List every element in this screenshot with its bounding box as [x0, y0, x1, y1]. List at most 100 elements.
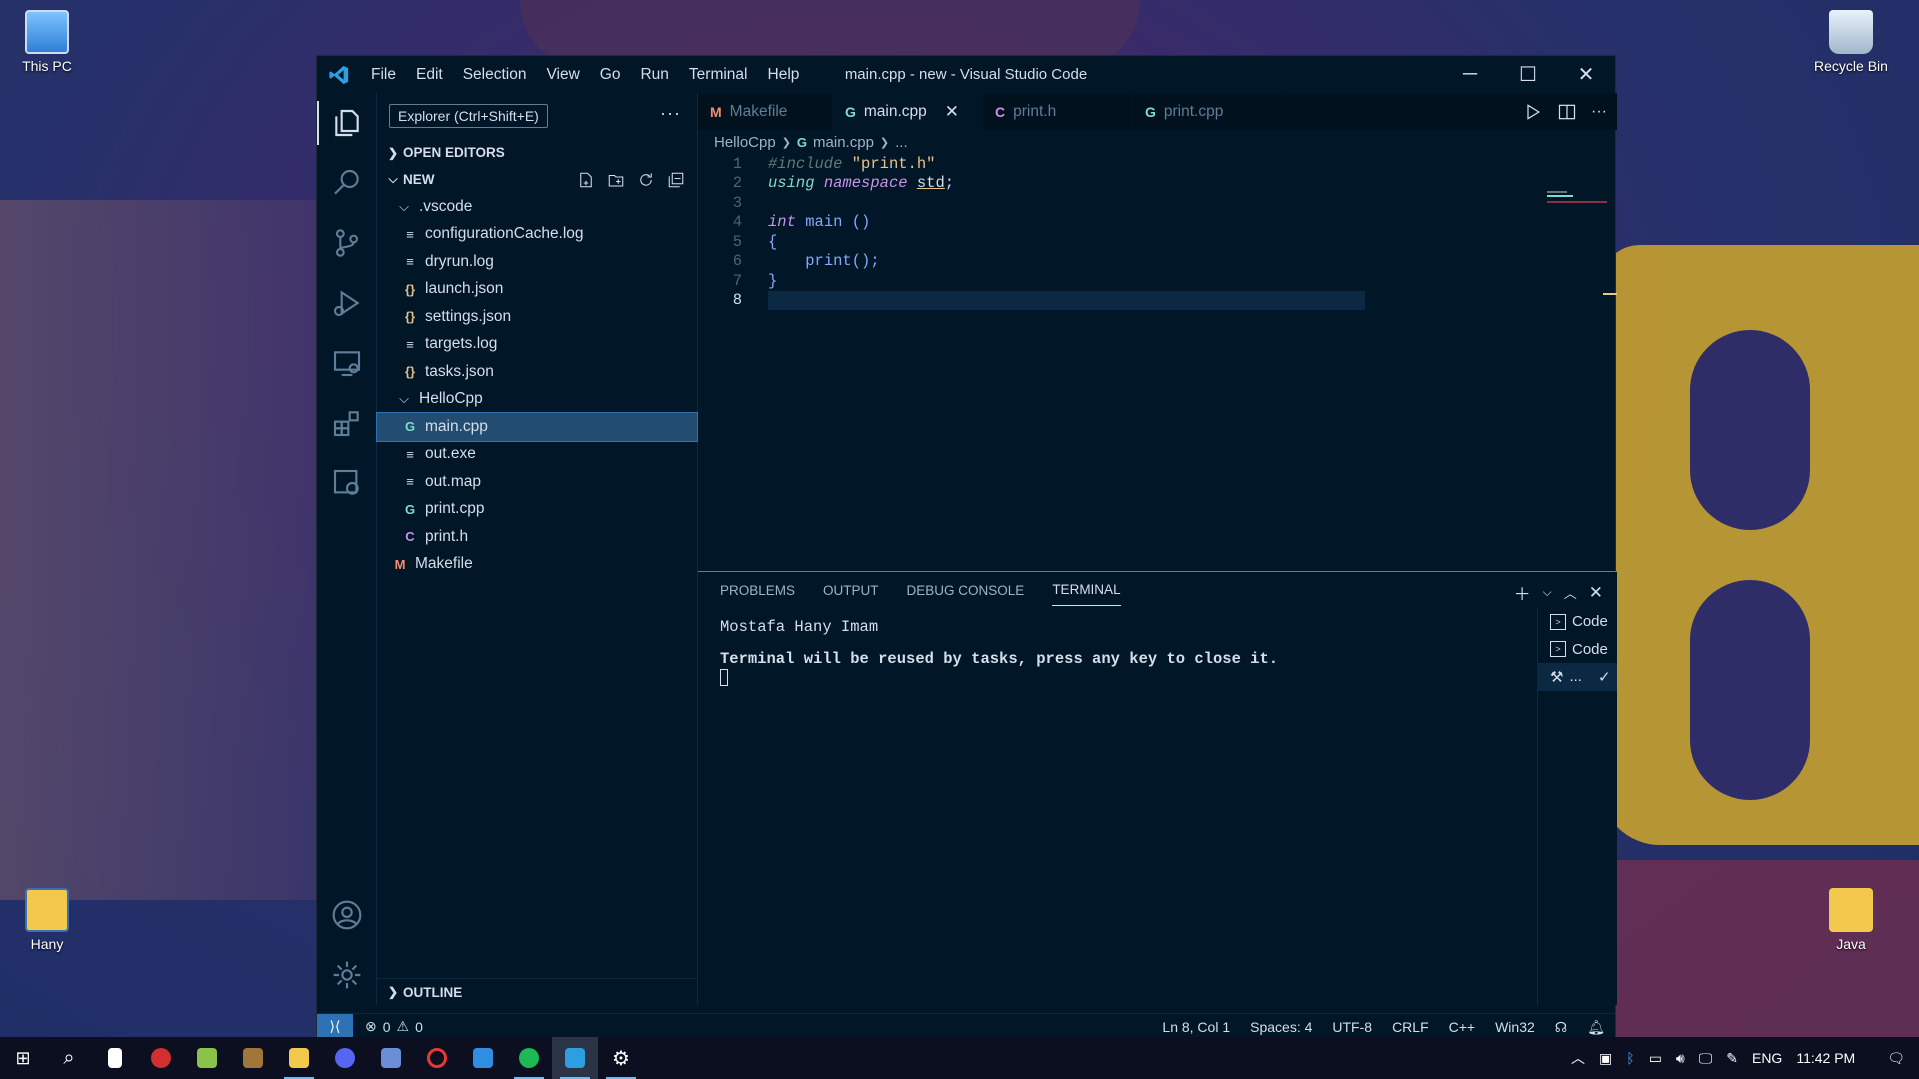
section-outline[interactable]: ❯ OUTLINE — [377, 978, 697, 1005]
tree-file[interactable]: C print.h — [377, 523, 697, 551]
maximize-button[interactable]: ☐ — [1499, 56, 1557, 93]
taskbar-app[interactable] — [92, 1037, 138, 1079]
tab-problems[interactable]: PROBLEMS — [720, 583, 795, 598]
bell-icon[interactable]: 🔔︎ — [1587, 1019, 1605, 1036]
menu-run[interactable]: Run — [630, 66, 678, 84]
menu-file[interactable]: File — [361, 66, 406, 84]
tab-print-h[interactable]: C print.h — [983, 93, 1133, 130]
live-share-icon[interactable]: ☊ — [1555, 1019, 1567, 1036]
menu-selection[interactable]: Selection — [453, 66, 537, 84]
activity-remote-explorer[interactable] — [317, 333, 377, 393]
breadcrumb-folder[interactable]: HelloCpp — [714, 134, 776, 151]
chevron-down-icon[interactable]: ⌵ — [1543, 585, 1552, 600]
taskbar-app[interactable] — [138, 1037, 184, 1079]
tree-file[interactable]: ≡ targets.log — [377, 331, 697, 359]
activity-run-debug[interactable] — [317, 273, 377, 333]
desktop-icon-hany[interactable]: Hany — [2, 888, 92, 952]
code-editor[interactable]: 1 #include "print.h" 2 using namespace std… — [698, 154, 1617, 574]
activity-extensions[interactable] — [317, 393, 377, 453]
close-button[interactable]: ✕ — [1557, 56, 1615, 93]
tree-file[interactable]: ≡ dryrun.log — [377, 248, 697, 276]
tree-file[interactable]: M Makefile — [377, 551, 697, 579]
menu-go[interactable]: Go — [590, 66, 631, 84]
close-panel-icon[interactable]: ✕ — [1589, 583, 1603, 603]
tree-file[interactable]: ≡ out.map — [377, 468, 697, 496]
status-platform[interactable]: Win32 — [1495, 1019, 1535, 1035]
bluetooth-icon[interactable]: ᛒ — [1626, 1050, 1634, 1066]
breadcrumb-more[interactable]: ... — [895, 134, 908, 151]
taskbar-app[interactable] — [276, 1037, 322, 1079]
activity-explorer[interactable] — [317, 93, 377, 153]
taskbar-app[interactable] — [460, 1037, 506, 1079]
tree-file[interactable]: ≡ configurationCache.log — [377, 221, 697, 249]
split-editor-icon[interactable] — [1557, 102, 1577, 122]
terminal-instance[interactable]: > Code — [1538, 608, 1617, 636]
volume-icon[interactable]: 🔊︎ — [1676, 1050, 1685, 1067]
tree-file-selected[interactable]: G main.cpp — [376, 412, 698, 442]
start-button[interactable]: ⊞ — [0, 1037, 46, 1079]
new-file-button[interactable] — [575, 169, 597, 191]
battery-icon[interactable]: ▭ — [1649, 1050, 1662, 1067]
language-indicator[interactable]: ENG — [1752, 1050, 1782, 1066]
section-workspace-folder[interactable]: ⌵ NEW — [377, 166, 697, 193]
section-open-editors[interactable]: ❯ OPEN EDITORS — [377, 139, 697, 166]
activity-accounts[interactable] — [317, 885, 377, 945]
tree-folder-vscode[interactable]: ⌵ .vscode — [377, 193, 697, 221]
maximize-panel-icon[interactable]: ︿ — [1564, 583, 1577, 602]
status-language[interactable]: C++ — [1449, 1019, 1475, 1035]
menu-view[interactable]: View — [536, 66, 589, 84]
status-indentation[interactable]: Spaces: 4 — [1250, 1019, 1312, 1035]
activity-source-control[interactable] — [317, 213, 377, 273]
tab-print-cpp[interactable]: G print.cpp — [1133, 93, 1283, 130]
minimap[interactable] — [1547, 191, 1607, 209]
menu-help[interactable]: Help — [758, 66, 810, 84]
remote-indicator[interactable]: ⟩⟨ — [317, 1013, 353, 1040]
terminal-output[interactable]: Mostafa Hany Imam Terminal will be reuse… — [720, 618, 1278, 689]
tree-file[interactable]: G print.cpp — [377, 496, 697, 524]
chevron-up-icon[interactable]: ︿ — [1571, 1048, 1585, 1068]
status-problems[interactable]: ⊗ 0 ⚠ 0 — [353, 1018, 423, 1035]
taskbar-app[interactable] — [184, 1037, 230, 1079]
activity-manage[interactable] — [317, 945, 377, 1005]
menu-edit[interactable]: Edit — [406, 66, 453, 84]
activity-search[interactable] — [317, 153, 377, 213]
taskbar-app[interactable] — [368, 1037, 414, 1079]
tab-debug-console[interactable]: DEBUG CONSOLE — [907, 583, 1025, 598]
pen-icon[interactable]: ✎ — [1726, 1050, 1738, 1067]
desktop-icon-this-pc[interactable]: This PC — [2, 10, 92, 74]
new-terminal-icon[interactable]: ＋ — [1514, 580, 1531, 605]
taskbar-app[interactable] — [414, 1037, 460, 1079]
tree-file[interactable]: {} tasks.json — [377, 358, 697, 386]
status-encoding[interactable]: UTF-8 — [1332, 1019, 1372, 1035]
minimize-button[interactable]: ─ — [1441, 56, 1499, 93]
run-icon[interactable] — [1523, 102, 1543, 122]
desktop-icon-java[interactable]: Java — [1806, 888, 1896, 952]
tree-folder-hellocpp[interactable]: ⌵ HelloCpp — [377, 386, 697, 414]
tree-file[interactable]: {} settings.json — [377, 303, 697, 331]
tab-output[interactable]: OUTPUT — [823, 583, 879, 598]
notification-icon[interactable]: 🗨︎ — [1887, 1050, 1905, 1067]
desktop-icon-recycle-bin[interactable]: Recycle Bin — [1806, 10, 1896, 74]
collapse-all-button[interactable] — [665, 169, 687, 191]
network-icon[interactable]: 🖵︎ — [1699, 1050, 1713, 1067]
terminal-instance-task[interactable]: ⚒... ✓ — [1538, 663, 1617, 691]
more-actions-icon[interactable]: ··· — [660, 103, 681, 124]
breadcrumb-file[interactable]: main.cpp — [813, 134, 874, 151]
search-button[interactable]: ⌕ — [46, 1037, 92, 1079]
tab-makefile[interactable]: M Makefile — [698, 93, 833, 130]
meet-icon[interactable]: ▣ — [1599, 1050, 1612, 1067]
taskbar-app[interactable] — [230, 1037, 276, 1079]
clock[interactable]: 11:42 PM — [1796, 1050, 1855, 1066]
tab-main-cpp[interactable]: G main.cpp ✕ — [833, 93, 983, 130]
scrollbar-marker[interactable] — [1603, 293, 1617, 295]
taskbar-app[interactable]: ⚙ — [598, 1037, 644, 1079]
taskbar-app[interactable] — [322, 1037, 368, 1079]
activity-cmake[interactable] — [317, 453, 377, 513]
status-cursor-position[interactable]: Ln 8, Col 1 — [1162, 1019, 1230, 1035]
refresh-button[interactable] — [635, 169, 657, 191]
terminal-instance[interactable]: > Code — [1538, 636, 1617, 664]
new-folder-button[interactable] — [605, 169, 627, 191]
status-eol[interactable]: CRLF — [1392, 1019, 1429, 1035]
tab-terminal[interactable]: TERMINAL — [1052, 582, 1121, 606]
more-actions-icon[interactable]: ··· — [1591, 103, 1607, 121]
